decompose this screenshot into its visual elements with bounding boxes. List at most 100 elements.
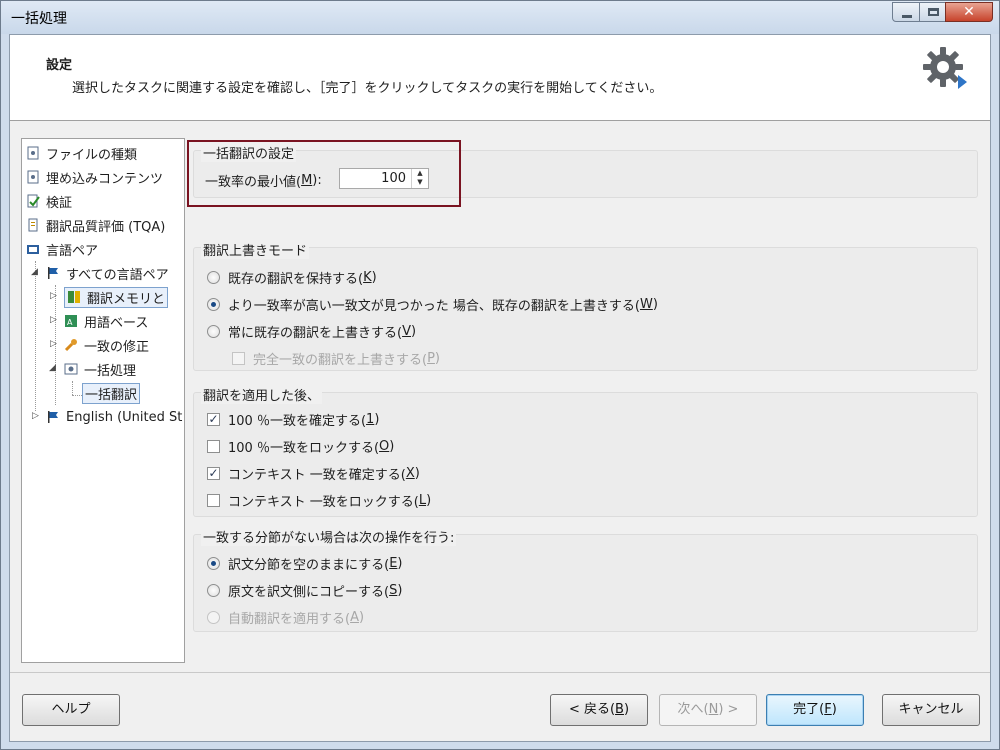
min-match-value[interactable]: 100 (381, 171, 406, 186)
radio-button[interactable] (207, 325, 220, 338)
tree-item-label: 言語ペア (46, 243, 99, 259)
back-button[interactable]: < 戻る(B) (550, 694, 648, 726)
svg-text:A: A (67, 318, 73, 327)
tree-item-label: 一括処理 (84, 363, 137, 379)
tm-icon (67, 290, 81, 304)
close-icon: ✕ (963, 4, 975, 20)
dialog-client: 設定 選択したタスクに関連する設定を確認し、［完了］をクリックしてタスクの実行を… (9, 34, 991, 742)
min-match-stepper[interactable]: 100 ▲ ▼ (339, 168, 429, 189)
window-title: 一括処理 (11, 11, 67, 27)
embedded-content-icon (26, 170, 40, 184)
radio-button[interactable] (207, 584, 220, 597)
batch-processing-window: 一括処理 ✕ 設定 選択したタスクに関連する設定を確認し、［完了］をクリックして… (0, 0, 1000, 750)
expand-icon[interactable]: ▷ (32, 411, 39, 421)
overwrite-option-always[interactable]: 常に既存の翻訳を上書きする(V) (207, 322, 416, 341)
tree-item-file-types[interactable]: ファイルの種類 (26, 142, 137, 164)
tree-item-label: 一致の修正 (84, 339, 150, 355)
next-button[interactable]: 次へ(N) > (659, 694, 757, 726)
pretranslate-group-label: 一括翻訳の設定 (201, 143, 297, 162)
expand-icon[interactable]: ▷ (50, 339, 57, 349)
radio-button[interactable] (207, 271, 220, 284)
tree-item-label: 埋め込みコンテンツ (46, 171, 164, 187)
minimize-icon (902, 15, 912, 18)
stepper-up-icon[interactable]: ▲ (412, 169, 428, 178)
radio-button-selected[interactable] (207, 298, 220, 311)
stepper-down-icon[interactable]: ▼ (412, 178, 428, 187)
flag-icon (46, 266, 60, 280)
tree-item-all-language-pairs[interactable]: ◢ すべての言語ペア (31, 262, 169, 284)
expand-icon[interactable]: ▷ (50, 291, 57, 301)
footer-divider (10, 672, 990, 673)
no-match-option-copy-source[interactable]: 原文を訳文側にコピーする(S) (207, 581, 402, 600)
tree-item-selected-frame: 翻訳メモリと (64, 286, 169, 308)
tree-item-pretranslate[interactable]: 一括翻訳 (82, 382, 141, 404)
tree-item-termbase[interactable]: ▷ A 用語ベース (50, 310, 148, 332)
batch-icon (64, 362, 78, 376)
tree-item-batch-processing[interactable]: ◢ 一括処理 (49, 358, 137, 380)
checkbox-checked[interactable]: ✓ (207, 467, 220, 480)
min-match-label: 一致率の最小値(M): (205, 173, 322, 190)
title-bar[interactable]: 一括処理 ✕ (1, 1, 999, 34)
overwrite-option-higher[interactable]: より一致率が高い一致文が見つかった 場合、既存の翻訳を上書きする(W) (207, 295, 658, 314)
verification-icon (26, 194, 40, 208)
maximize-button[interactable] (919, 2, 946, 22)
language-pair-icon (26, 242, 40, 256)
wrench-icon (64, 338, 78, 352)
tree-item-verification[interactable]: 検証 (26, 190, 72, 212)
tree-item-label: 一括翻訳 (82, 382, 141, 404)
tqa-icon (26, 218, 40, 232)
checkbox[interactable] (207, 440, 220, 453)
tree-item-embedded-content[interactable]: 埋め込みコンテンツ (26, 166, 163, 188)
radio-button[interactable] (207, 611, 220, 624)
settings-pane: 一括翻訳の設定 一致率の最小値(M): 100 ▲ ▼ 翻訳上書きモード 既存の… (187, 138, 978, 678)
after-apply-group-label: 翻訳を適用した後、 (201, 385, 323, 404)
tree-item-label: すべての言語ペア (66, 267, 169, 283)
minimize-button[interactable] (892, 2, 920, 22)
file-settings-icon (26, 146, 40, 160)
tree-item-language-pairs[interactable]: 言語ペア (26, 238, 98, 260)
overwrite-option-keep[interactable]: 既存の翻訳を保持する(K) (207, 268, 377, 287)
page-title: 設定 (46, 58, 73, 73)
no-match-option-mt[interactable]: 自動翻訳を適用する(A) (207, 608, 364, 627)
settings-gear-icon (923, 47, 967, 89)
no-match-option-empty[interactable]: 訳文分節を空のままにする(E) (207, 554, 403, 573)
tree-item-label: 検証 (46, 195, 73, 211)
tree-item-english[interactable]: ▷ English (United St (32, 406, 182, 428)
tree-item-label: 用語ベース (84, 315, 149, 331)
confirm-context-checkbox[interactable]: ✓ コンテキスト 一致を確定する(X) (207, 464, 420, 483)
collapse-icon[interactable]: ◢ (49, 363, 56, 373)
no-match-group-label: 一致する分節がない場合は次の操作を行う: (201, 527, 457, 546)
expand-icon[interactable]: ▷ (50, 315, 57, 325)
flag-icon (46, 410, 60, 424)
close-button[interactable]: ✕ (945, 2, 993, 22)
termbase-icon: A (64, 314, 78, 328)
cancel-button[interactable]: キャンセル (882, 694, 980, 726)
tree-item-translation-memory[interactable]: ▷ 翻訳メモリと (50, 286, 169, 308)
tree-item-label: 翻訳メモリと (87, 291, 166, 307)
tree-item-label: English (United St (66, 409, 183, 425)
page-description: 選択したタスクに関連する設定を確認し、［完了］をクリックしてタスクの実行を開始し… (72, 81, 663, 96)
help-button[interactable]: ヘルプ (22, 694, 120, 726)
checkbox-checked[interactable]: ✓ (207, 413, 220, 426)
stepper-buttons: ▲ ▼ (411, 169, 428, 188)
lock-100-checkbox[interactable]: 100 ％一致をロックする(O) (207, 437, 394, 456)
confirm-100-checkbox[interactable]: ✓ 100 ％一致を確定する(1) (207, 410, 379, 429)
checkbox[interactable] (232, 352, 245, 365)
overwrite-perfect-match-checkbox[interactable]: 完全一致の翻訳を上書きする(P) (232, 349, 440, 368)
lock-context-checkbox[interactable]: コンテキスト 一致をロックする(L) (207, 491, 431, 510)
radio-button-selected[interactable] (207, 557, 220, 570)
page-header: 設定 選択したタスクに関連する設定を確認し、［完了］をクリックしてタスクの実行を… (10, 35, 990, 121)
maximize-icon (928, 8, 939, 16)
checkbox[interactable] (207, 494, 220, 507)
finish-button[interactable]: 完了(F) (766, 694, 864, 726)
settings-tree[interactable]: ファイルの種類 埋め込みコンテンツ 検証 翻訳品質評価 (TQA) 言語ペア ◢… (21, 138, 185, 663)
tree-line (72, 381, 73, 395)
tree-item-label: ファイルの種類 (46, 147, 138, 163)
tree-item-tqa[interactable]: 翻訳品質評価 (TQA) (26, 214, 165, 236)
window-controls: ✕ (892, 2, 993, 22)
overwrite-group-label: 翻訳上書きモード (201, 240, 310, 259)
collapse-icon[interactable]: ◢ (31, 267, 38, 277)
tree-item-label: 翻訳品質評価 (TQA) (46, 219, 166, 235)
tree-item-match-repair[interactable]: ▷ 一致の修正 (50, 334, 149, 356)
tree-line (72, 395, 82, 396)
